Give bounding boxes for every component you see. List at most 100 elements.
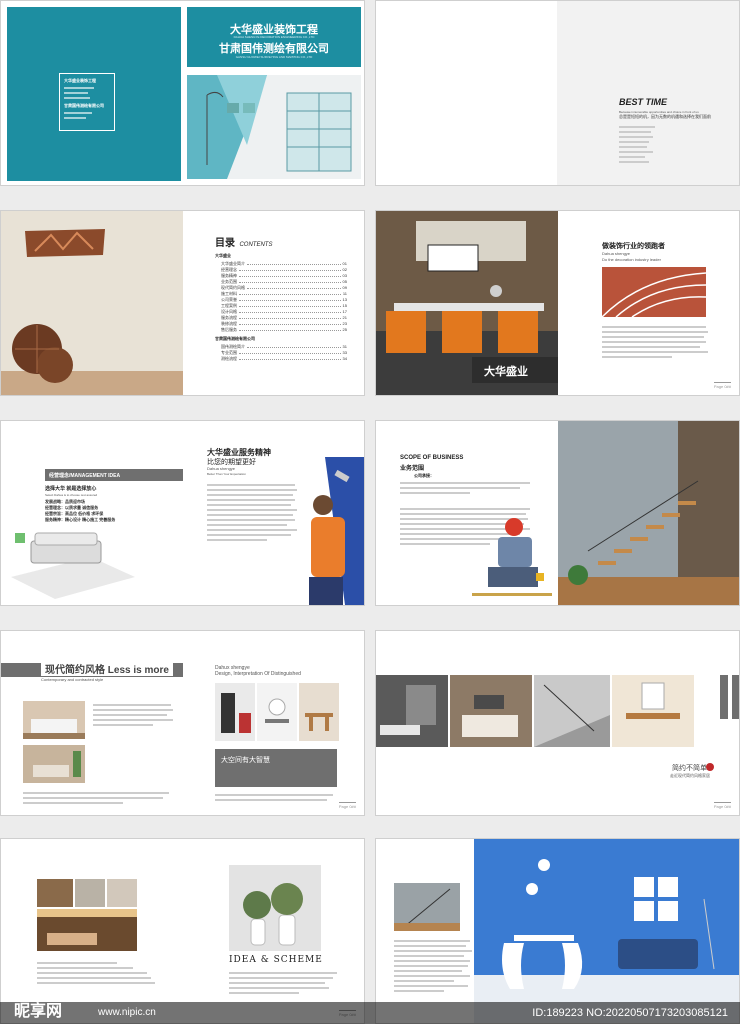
service-body <box>207 481 299 544</box>
case-photo-2 <box>75 879 105 907</box>
leader-sub-2: Do the decoration industry leader <box>602 257 661 262</box>
contents-leader-dots <box>239 327 341 331</box>
modern-body-1 <box>93 701 177 729</box>
spread-cover: 大华盛业装饰工程 甘肃国伟测绘有限公司 大华盛业装饰工程 DAHUA SHENG… <box>0 0 740 186</box>
vase-photo <box>229 865 321 951</box>
watermark-url: www.nipic.cn <box>98 1007 156 1018</box>
contents-leader-dots <box>239 309 341 313</box>
management-choose: 选择大华 就是选择放心 <box>45 486 97 492</box>
company-name-2: 甘肃国伟测绘有限公司 <box>219 42 329 55</box>
best-time-heading: BEST TIME <box>619 97 668 107</box>
leader-title: 做装饰行业的领跑者 <box>602 243 665 250</box>
cover-teal-panel: 大华盛业装饰工程 甘肃国伟测绘有限公司 <box>7 7 181 181</box>
box-title: 大华盛业装饰工程 <box>64 78 96 83</box>
living-room-photo <box>23 745 85 783</box>
modern-page-number: Page 0## <box>338 802 356 809</box>
management-page: 经营理念/MANAGEMENT IDEA 选择大华 就是选择放心 Select … <box>0 420 365 606</box>
simple-title: 简约不简单 <box>672 765 707 772</box>
dining-room-photo: 大华盛业 <box>376 211 558 395</box>
spread-management: 经营理念/MANAGEMENT IDEA 选择大华 就是选择放心 Select … <box>0 420 740 606</box>
contents-leader-dots <box>239 321 341 325</box>
leader-page: 大华盛业 做装饰行业的领跑者 Dahua shengye Do the deco… <box>375 210 740 396</box>
staircase-photo <box>558 421 739 605</box>
cover-photo-shelves <box>187 75 361 179</box>
modern-body-2 <box>23 789 173 807</box>
modern-banner: 大空间有大智慧 <box>215 749 337 787</box>
simple-gray-tab-2 <box>732 675 739 719</box>
contents-leader-dots <box>239 291 341 295</box>
interior-photo-4 <box>612 675 694 747</box>
best-time-cn: 总是是短短的机，因为无数的机遇和选择在我们面前 <box>619 114 711 119</box>
contents-item-label: 测绘流程 <box>221 356 237 361</box>
leader-page-number: Page 0## <box>713 382 731 389</box>
simple-page: 简约不简单 走近现代简约风格家居 Page 0## <box>375 630 740 816</box>
contents-leader-dots <box>239 273 341 277</box>
contents-title-cn: 目录 <box>215 238 235 249</box>
idea-body-right <box>229 969 341 997</box>
best-time-list <box>619 123 659 166</box>
contents-leader-dots <box>239 267 341 271</box>
blue-room-page <box>375 838 740 1024</box>
contents-item-page: 34 <box>342 356 347 361</box>
modern-sub: Contemporary and contracted style <box>41 677 104 682</box>
cover-info-box: 大华盛业装饰工程 甘肃国伟测绘有限公司 <box>59 73 115 131</box>
modern-photo-1 <box>215 683 255 741</box>
box-title-2: 甘肃国伟测绘有限公司 <box>64 103 104 108</box>
watermark-logo: 昵享网 <box>14 1001 63 1020</box>
leader-banner: 大华盛业 <box>472 357 558 383</box>
watermark-id: ID:189223 NO:20220507173203085121 <box>532 1007 728 1019</box>
scope-title: SCOPE OF BUSINESS <box>400 455 464 461</box>
spread-modern: 现代简约风格 Less is more Contemporary and con… <box>0 630 740 816</box>
best-time-panel: BEST TIME Because innumerable opportunit… <box>557 1 739 185</box>
modern-style-page: 现代简约风格 Less is more Contemporary and con… <box>0 630 365 816</box>
sofa-photo <box>11 517 135 599</box>
contents-group-1: 大华盛业 <box>215 253 231 258</box>
contents-item-label: 售后服务 <box>221 327 237 332</box>
interior-photo-2 <box>450 675 532 747</box>
management-bar: 经营理念/MANAGEMENT IDEA <box>45 469 183 481</box>
interior-photo-3 <box>534 675 610 747</box>
contents-leader-dots <box>239 303 341 307</box>
simple-page-number: Page 0## <box>713 802 731 809</box>
case-photo-4 <box>37 909 137 951</box>
blue-room-photo <box>474 839 739 1023</box>
painter-photo <box>295 457 364 605</box>
modern-body-3 <box>215 791 337 804</box>
contents-page: 目录 CONTENTS 大华盛业 大华盛业简介 01 经营理念 02 服务精神 03 业务范… <box>0 210 365 396</box>
company-en: DAHUA SHENGYE DECORATION ENGINEERING CO.… <box>233 35 315 39</box>
idea-body-left <box>37 959 157 987</box>
bedroom-photo <box>23 701 85 739</box>
modern-right-en-2: Design, Interpretation Of Distinguished <box>215 671 301 677</box>
modern-title-en: Less is more <box>107 665 169 676</box>
leader-body <box>602 323 710 361</box>
interior-photo-1 <box>376 675 448 747</box>
modern-title-cn: 现代简约风格 <box>45 665 105 676</box>
contents-item: 测绘流程 34 <box>215 356 347 362</box>
contents-title: 目录 CONTENTS <box>215 233 272 251</box>
contents-leader-dots <box>239 279 341 283</box>
contents-leader-dots <box>247 261 341 265</box>
scope-cn: 业务范围 <box>400 466 425 472</box>
scope-page: SCOPE OF BUSINESS 业务范围 公司承接： <box>375 420 740 606</box>
contents-leader-dots <box>239 297 341 301</box>
contents-leader-dots <box>239 356 341 360</box>
modern-photo-2 <box>257 683 297 741</box>
contents-group-2: 甘肃国伟测绘有限公司 <box>215 336 255 341</box>
contents-title-en: CONTENTS <box>239 242 273 248</box>
contents-list: 大华盛业 大华盛业简介 01 经营理念 02 服务精神 03 业务范围 05 现代简约风格 09 施… <box>215 253 347 362</box>
worker-photo <box>468 511 554 603</box>
cover-back-page: 大华盛业装饰工程 甘肃国伟测绘有限公司 大华盛业装饰工程 DAHUA SHENG… <box>0 0 365 186</box>
simple-gray-tab-1 <box>720 675 728 719</box>
idea-title: IDEA & SCHEME <box>229 955 323 965</box>
modern-title: 现代简约风格 Less is more <box>41 661 173 676</box>
stairs-small-photo <box>394 883 460 931</box>
contents-leader-dots <box>247 285 341 289</box>
contents-leader-dots <box>239 315 341 319</box>
modern-photo-3 <box>299 683 339 741</box>
spread-idea: IDEA & SCHEME Page 0## <box>0 838 740 1024</box>
track-photo <box>602 267 706 317</box>
spread-contents: 目录 CONTENTS 大华盛业 大华盛业简介 01 经营理念 02 服务精神 03 业务范… <box>0 210 740 396</box>
contents-leader-dots <box>247 344 341 348</box>
best-time-page: BEST TIME Because innumerable opportunit… <box>375 0 740 186</box>
seal-icon <box>706 763 714 771</box>
